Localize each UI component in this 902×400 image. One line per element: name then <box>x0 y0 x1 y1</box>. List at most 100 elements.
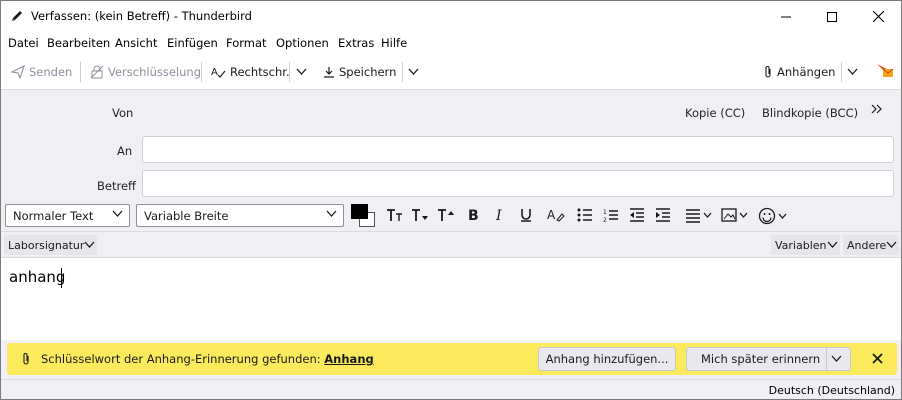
format-toolbar: Normaler Text Variable Breite B I A 12 <box>1 202 901 230</box>
svg-text:B: B <box>468 208 479 223</box>
signature-bar: Laborsignatur Variablen Andere <box>1 231 901 258</box>
close-icon <box>872 11 884 22</box>
attach-label: Anhängen <box>777 65 836 79</box>
status-bar: Deutsch (Deutschland) <box>1 379 901 399</box>
header-fields: Von Kopie (CC) Blindkopie (BCC) An Betre… <box>1 90 901 202</box>
text-caret <box>61 268 62 288</box>
menu-bearbeiten[interactable]: Bearbeiten <box>47 36 110 50</box>
paperclip-icon <box>763 65 777 79</box>
text-color-swatch[interactable] <box>351 204 368 219</box>
spellcheck-dropdown[interactable] <box>296 63 311 81</box>
insert-image-menu-icon[interactable] <box>721 207 749 223</box>
menu-ansicht[interactable]: Ansicht <box>115 36 157 50</box>
signature-dropdown[interactable]: Laborsignatur <box>4 235 98 255</box>
indent-icon[interactable] <box>655 207 671 223</box>
chevron-down-icon <box>296 68 311 76</box>
attach-button[interactable]: Anhängen <box>763 63 835 81</box>
menu-einfuegen[interactable]: Einfügen <box>167 36 218 50</box>
variables-label: Variablen <box>775 238 827 252</box>
paragraph-style-value: Normaler Text <box>13 208 94 223</box>
double-chevron-right-icon <box>871 104 883 114</box>
chevron-down-icon <box>831 355 842 363</box>
chevron-down-icon <box>408 68 423 76</box>
svg-text:A: A <box>547 208 556 222</box>
bold-icon[interactable]: B <box>467 207 481 223</box>
pencil-icon <box>10 9 24 23</box>
save-label: Speichern <box>339 65 397 79</box>
numbered-list-icon[interactable]: 12 <box>603 207 619 223</box>
chevron-down-icon <box>886 241 897 249</box>
chevron-down-icon <box>847 68 862 76</box>
send-button[interactable]: Senden <box>11 63 72 81</box>
lock-icon <box>90 65 108 79</box>
maximize-button[interactable] <box>809 1 855 32</box>
cc-button[interactable]: Kopie (CC) <box>685 106 745 120</box>
send-label: Senden <box>29 65 73 79</box>
signature-label: Laborsignatur <box>8 238 85 252</box>
to-label: An <box>117 144 133 158</box>
dismiss-reminder-button[interactable] <box>872 353 883 364</box>
outdent-icon[interactable] <box>629 207 645 223</box>
body-text: anhang <box>9 268 66 286</box>
reminder-keyword-link[interactable]: Anhang <box>324 352 373 366</box>
save-button[interactable]: Speichern <box>323 63 396 81</box>
remind-later-label: Mich später erinnern <box>701 352 821 366</box>
close-window-button[interactable] <box>855 1 901 32</box>
chevron-down-icon <box>84 241 95 249</box>
toolbar-separator <box>201 62 202 82</box>
message-body[interactable]: anhang <box>1 258 901 340</box>
chevron-down-icon <box>112 210 123 218</box>
text-color-picker[interactable] <box>351 204 377 228</box>
addon-button[interactable] <box>875 61 899 79</box>
window-title: Verfassen: (kein Betreff) - Thunderbird <box>31 9 252 23</box>
emoji-menu-icon[interactable] <box>758 207 788 225</box>
send-icon <box>11 65 29 79</box>
font-size-smaller-icon[interactable] <box>386 207 404 223</box>
remind-later-dropdown[interactable] <box>831 355 842 363</box>
to-input[interactable] <box>142 136 894 163</box>
menu-hilfe[interactable]: Hilfe <box>381 36 407 50</box>
menu-optionen[interactable]: Optionen <box>276 36 329 50</box>
maximize-icon <box>827 11 837 22</box>
compose-window: Verfassen: (kein Betreff) - Thunderbird … <box>0 0 902 400</box>
download-icon <box>323 66 339 79</box>
font-size-larger-icon[interactable] <box>437 207 455 223</box>
save-dropdown[interactable] <box>408 63 423 81</box>
svg-text:A: A <box>211 67 218 78</box>
minimize-icon <box>781 12 791 22</box>
encryption-button[interactable]: Verschlüsselung <box>90 63 201 81</box>
menu-extras[interactable]: Extras <box>338 36 374 50</box>
minimize-button[interactable] <box>763 1 809 32</box>
menu-datei[interactable]: Datei <box>8 36 39 50</box>
language-indicator[interactable]: Deutsch (Deutschland) <box>769 384 895 397</box>
toolbar-separator <box>402 62 403 82</box>
reminder-text: Schlüsselwort der Anhang-Erinnerung gefu… <box>41 352 321 366</box>
attach-dropdown[interactable] <box>847 63 862 81</box>
variables-dropdown[interactable]: Variablen <box>771 235 840 255</box>
paragraph-style-select[interactable]: Normaler Text <box>5 204 130 227</box>
underline-icon[interactable] <box>519 207 533 223</box>
bcc-button[interactable]: Blindkopie (BCC) <box>762 106 858 120</box>
spellcheck-label: Rechtschr. <box>230 65 290 79</box>
remove-formatting-icon[interactable]: A <box>547 207 565 223</box>
toolbar-separator <box>841 62 842 82</box>
more-fields-button[interactable] <box>871 104 883 114</box>
italic-icon[interactable]: I <box>494 207 508 223</box>
font-select[interactable]: Variable Breite <box>136 204 344 227</box>
subject-label: Betreff <box>97 179 136 193</box>
bullet-list-icon[interactable] <box>577 207 593 223</box>
chevron-down-icon <box>827 241 838 249</box>
svg-text:1: 1 <box>603 209 607 216</box>
subject-input[interactable] <box>142 170 894 197</box>
spellcheck-icon: A <box>211 65 230 79</box>
menu-format[interactable]: Format <box>226 36 267 50</box>
compose-toolbar: Senden Verschlüsselung A Rechtschr. Spei… <box>1 54 901 90</box>
align-menu-icon[interactable] <box>685 207 713 223</box>
add-attachment-button[interactable]: Anhang hinzufügen... <box>538 347 676 371</box>
font-size-smaller-arrow-icon[interactable] <box>411 207 429 223</box>
chevron-down-icon <box>326 210 337 218</box>
paperclip-icon <box>21 352 31 366</box>
from-label: Von <box>112 106 134 120</box>
other-dropdown[interactable]: Andere <box>843 235 900 255</box>
spellcheck-button[interactable]: A Rechtschr. <box>211 63 290 81</box>
